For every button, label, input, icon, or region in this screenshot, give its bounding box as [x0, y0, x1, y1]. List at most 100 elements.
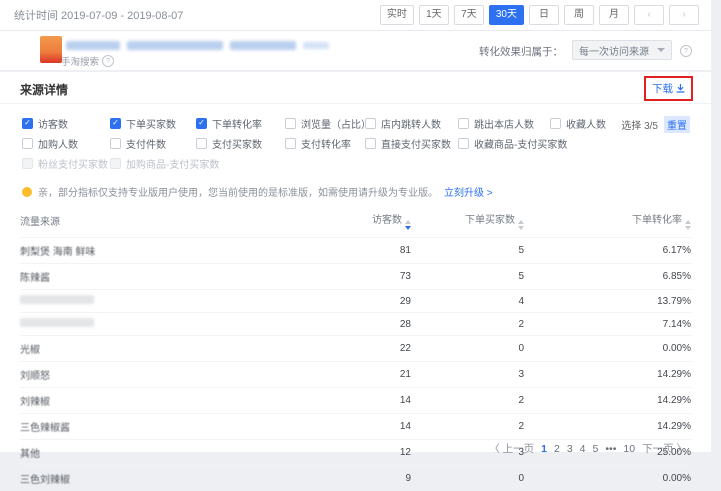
metric-row: 加购人数 支付件数支付买家数支付转化率直接支付买家数收藏商品-支付买家数 [22, 133, 711, 153]
product-thumbnail [40, 36, 62, 63]
source-name-cell: 陈辣酱 [20, 264, 291, 290]
conversion-cell: 14.29% [524, 362, 691, 388]
metric-label: 加购商品-支付买家数 [126, 156, 219, 171]
table-row: 陈辣酱7356.85% [20, 264, 691, 290]
time-button-2[interactable]: 7天 [454, 5, 484, 25]
stat-time-label: 统计时间 2019-07-09 - 2019-08-07 [14, 7, 183, 23]
download-icon [676, 84, 685, 94]
table-row: 三色刘辣椒900.00% [20, 466, 691, 491]
page-item-4[interactable]: 4 [580, 443, 586, 455]
checkbox-icon[interactable] [365, 118, 376, 129]
time-button-6[interactable]: 月 [599, 5, 629, 25]
metric-label: 加购人数 [38, 136, 78, 151]
table-row: 三色辣椒酱14214.29% [20, 414, 691, 440]
attribution-label: 转化效果归属于： [479, 44, 563, 59]
order-buyers-cell: 0 [411, 336, 524, 362]
sort-icon[interactable] [518, 220, 524, 230]
col-header-order-buyers[interactable]: 下单买家数 [411, 205, 524, 238]
metric-row: ✓访客数✓下单买家数✓下单转化率浏览量（占比）店内跳转人数跳出本店人数收藏人数 [22, 113, 711, 133]
checkbox-icon[interactable] [458, 138, 469, 149]
metric-row: 粉丝支付买家数 加购商品-支付买家数 [22, 153, 711, 173]
col-header-visitors[interactable]: 访客数 [291, 205, 411, 238]
metric-label: 店内跳转人数 [381, 116, 441, 131]
pagination-prev[interactable]: 〈 上一页 [489, 441, 534, 456]
table-row: 29413.79% [20, 290, 691, 313]
metric-selector: ✓访客数✓下单买家数✓下单转化率浏览量（占比）店内跳转人数跳出本店人数收藏人数加… [0, 104, 711, 175]
metric-label: 下单买家数 [126, 116, 176, 131]
table-row: 光椒2200.00% [20, 336, 691, 362]
visitors-cell: 28 [291, 313, 411, 336]
metric-checkbox-店内跳转人数[interactable]: 店内跳转人数 [365, 116, 458, 131]
time-button-4[interactable]: 日 [529, 5, 559, 25]
metric-checkbox-加购人数[interactable]: 加购人数 [22, 136, 110, 151]
source-name-cell [20, 290, 291, 313]
table-row: 刘辣椒14214.29% [20, 388, 691, 414]
panel-header: 来源详情 下载 [0, 72, 711, 104]
table-header-row: 流量来源 访客数 下单买家数 下单转化率 [20, 205, 691, 238]
metric-checkbox-跳出本店人数[interactable]: 跳出本店人数 [458, 116, 550, 131]
metric-label: 跳出本店人数 [474, 116, 534, 131]
sort-icon[interactable] [685, 220, 691, 230]
metric-checkbox-浏览量（占比）[interactable]: 浏览量（占比） [285, 116, 365, 131]
product-title-masked [66, 41, 329, 50]
checkbox-icon[interactable] [22, 158, 33, 169]
attribution-help-icon[interactable]: ? [680, 45, 692, 57]
checkbox-checked-icon[interactable]: ✓ [196, 118, 207, 129]
download-button[interactable]: 下载 [644, 76, 693, 101]
metric-select-info: 选择 3/5 重置 [621, 116, 690, 133]
metric-checkbox-下单转化率[interactable]: ✓下单转化率 [196, 116, 285, 131]
page-item-1[interactable]: 1 [541, 443, 547, 455]
metric-label: 粉丝支付买家数 [38, 156, 108, 171]
time-button-5[interactable]: 周 [564, 5, 594, 25]
checkbox-checked-icon[interactable]: ✓ [110, 118, 121, 129]
metric-checkbox-下单买家数[interactable]: ✓ 下单买家数 [110, 116, 196, 131]
conversion-cell: 7.14% [524, 313, 691, 336]
checkbox-icon[interactable] [550, 118, 561, 129]
metric-checkbox-收藏商品-支付买家数[interactable]: 收藏商品-支付买家数 [458, 136, 550, 151]
attribution-select[interactable]: 每一次访问来源 [572, 40, 672, 60]
pagination-next[interactable]: 下一页 〉 [642, 441, 687, 456]
page-item-10[interactable]: 10 [623, 443, 635, 455]
metric-label: 浏览量（占比） [301, 116, 371, 131]
order-buyers-cell: 4 [411, 290, 524, 313]
metric-label: 收藏人数 [566, 116, 606, 131]
checkbox-icon[interactable] [22, 138, 33, 149]
metric-checkbox-访客数[interactable]: ✓访客数 [22, 116, 110, 131]
metric-checkbox-支付转化率[interactable]: 支付转化率 [285, 136, 365, 151]
col-header-conversion[interactable]: 下单转化率 [524, 205, 691, 238]
page-item-3[interactable]: 3 [567, 443, 573, 455]
order-buyers-cell: 2 [411, 388, 524, 414]
source-detail-panel: 来源详情 下载 ✓访客数✓下单买家数✓下单转化率浏览量（占比）店内跳转人数跳出本… [0, 72, 711, 452]
time-button-3[interactable]: 30天 [489, 5, 524, 25]
visitors-cell: 14 [291, 414, 411, 440]
download-label: 下载 [652, 81, 673, 96]
conversion-cell: 0.00% [524, 466, 691, 491]
prev-period-button[interactable]: ‹ [634, 5, 664, 25]
checkbox-icon[interactable] [196, 138, 207, 149]
checkbox-icon[interactable] [110, 158, 121, 169]
checkbox-icon[interactable] [285, 118, 296, 129]
checkbox-icon[interactable] [458, 118, 469, 129]
source-name-cell: 刘辣椒 [20, 388, 291, 414]
source-name-cell: 三色刘辣椒 [20, 466, 291, 491]
time-button-0[interactable]: 实时 [380, 5, 414, 25]
metric-checkbox-直接支付买家数[interactable]: 直接支付买家数 [365, 136, 458, 151]
pagination: 〈 上一页 12345 ••• 10 下一页 〉 [489, 441, 687, 456]
next-period-button[interactable]: › [669, 5, 699, 25]
time-button-1[interactable]: 1天 [419, 5, 449, 25]
page-item-5[interactable]: 5 [593, 443, 599, 455]
metric-checkbox-支付买家数[interactable]: 支付买家数 [196, 136, 285, 151]
checkbox-icon[interactable] [285, 138, 296, 149]
upgrade-link[interactable]: 立刻升级 > [444, 184, 493, 199]
source-name-cell: 三色辣椒酱 [20, 414, 291, 440]
page-item-•••[interactable]: ••• [605, 443, 616, 455]
help-icon[interactable]: ? [102, 55, 114, 67]
checkbox-checked-icon[interactable]: ✓ [22, 118, 33, 129]
page-item-2[interactable]: 2 [554, 443, 560, 455]
checkbox-icon[interactable] [110, 138, 121, 149]
sort-icon[interactable] [405, 220, 411, 230]
reset-button[interactable]: 重置 [664, 116, 690, 133]
source-name-cell [20, 313, 291, 336]
checkbox-icon[interactable] [365, 138, 376, 149]
metric-checkbox-支付件数[interactable]: 支付件数 [110, 136, 196, 151]
